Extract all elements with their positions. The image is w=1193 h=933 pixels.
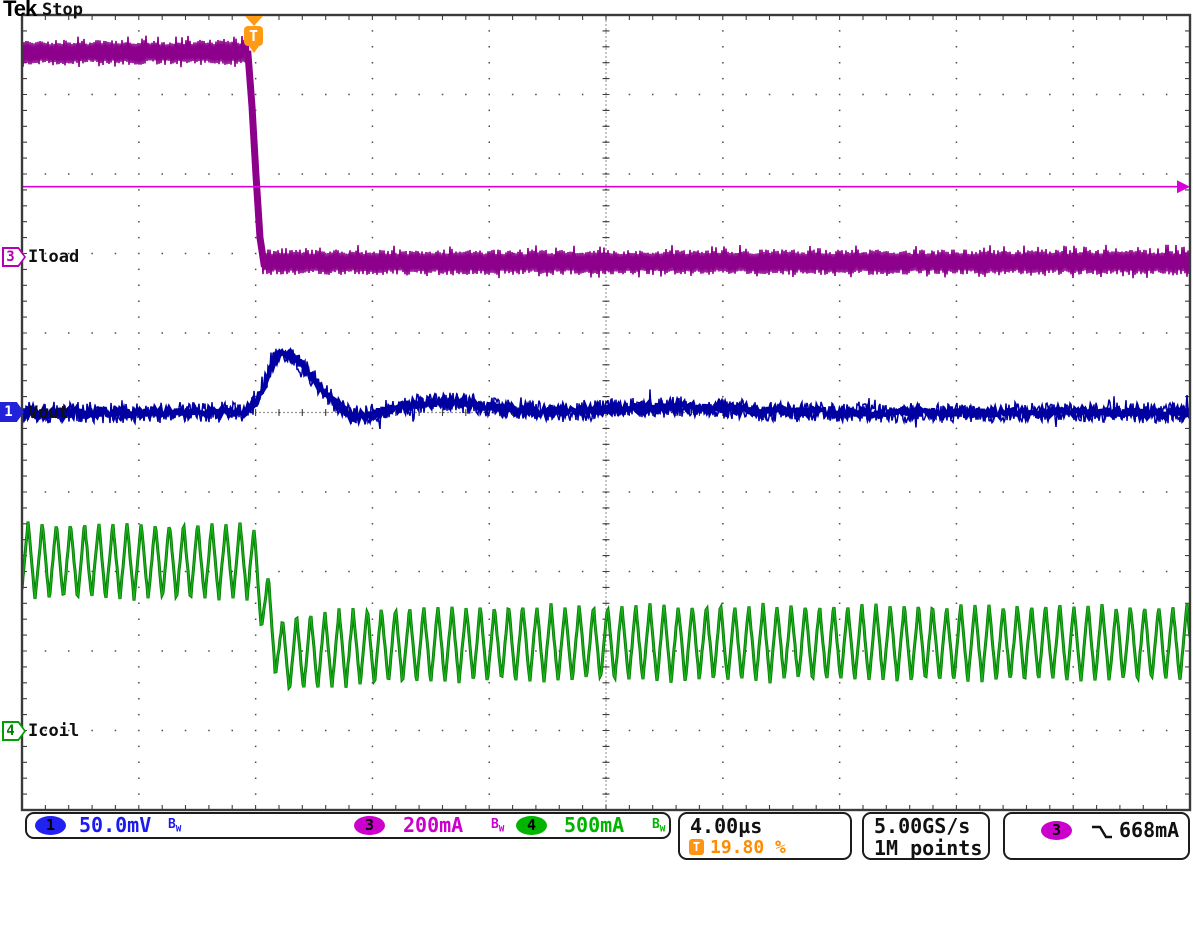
timebase-scale: 4.00µs <box>690 815 762 837</box>
trigger-source-badge: 3 <box>1041 821 1072 840</box>
record-length: 1M points <box>874 837 982 859</box>
channel1-badge: 1 <box>35 816 66 835</box>
tek-logo: Tek <box>3 0 36 22</box>
graticule-and-traces <box>0 0 1193 875</box>
channel1-scale: 50.0mV <box>79 814 151 836</box>
channel4-bandwidth-limit-icon: BW <box>652 817 665 835</box>
channel1-position-marker[interactable]: 1 <box>0 402 24 422</box>
trigger-level: 668mA <box>1119 819 1179 841</box>
channel4-badge: 4 <box>516 816 547 835</box>
trigger-flag-tail-icon <box>249 46 259 53</box>
trigger-readout-box[interactable]: 3 668mA <box>1003 812 1190 860</box>
channel4-position-marker[interactable]: 4 <box>2 721 26 741</box>
channel1-bandwidth-limit-icon: BW <box>168 817 181 835</box>
channel4-number: 4 <box>2 721 19 741</box>
trigger-icon: T <box>689 839 704 855</box>
oscilloscope-screen: Tek Stop T 3 Iload 1 Vout 4 Icoil 1 50.0… <box>0 0 1193 933</box>
channel3-number: 3 <box>2 247 19 267</box>
channel3-badge: 3 <box>354 816 385 835</box>
trigger-flag-arrow-icon <box>245 16 263 26</box>
channel3-position-marker[interactable]: 3 <box>2 247 26 267</box>
channel3-bandwidth-limit-icon: BW <box>491 817 504 835</box>
trigger-flag-label: T <box>244 26 263 46</box>
channel1-number: 1 <box>0 402 17 422</box>
trigger-position-flag[interactable]: T <box>244 16 263 53</box>
acquisition-readout-box[interactable]: 5.00GS/s 1M points <box>862 812 990 860</box>
timebase-readout-box[interactable]: 4.00µs T 19.80 % <box>678 812 852 860</box>
trace-label-vout: Vout <box>28 403 69 423</box>
falling-edge-icon <box>1090 823 1114 841</box>
acquisition-status: Stop <box>42 0 83 20</box>
trigger-position-percent: 19.80 % <box>710 837 786 859</box>
channel-scale-readout-box[interactable]: 1 50.0mV BW 3 200mA BW 4 500mA BW <box>25 812 671 839</box>
sample-rate: 5.00GS/s <box>874 815 970 837</box>
trace-label-iload: Iload <box>28 247 79 267</box>
channel3-scale: 200mA <box>403 814 463 836</box>
channel4-scale: 500mA <box>564 814 624 836</box>
trace-label-icoil: Icoil <box>28 721 79 741</box>
